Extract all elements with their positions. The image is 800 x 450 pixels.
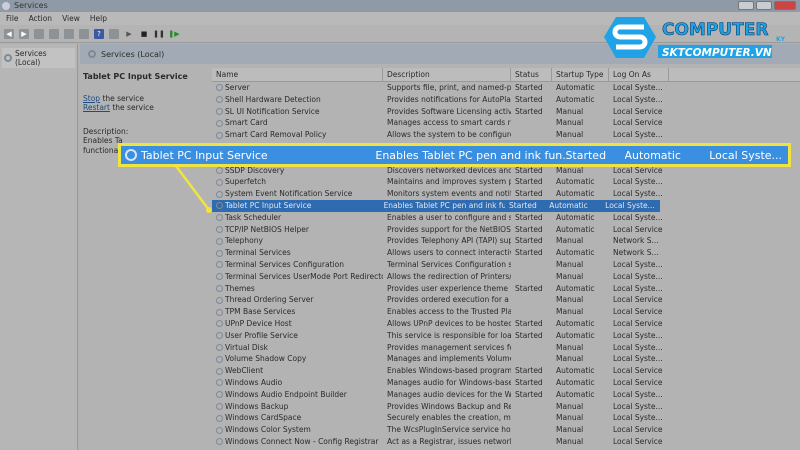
gear-icon xyxy=(125,149,137,161)
svg-text:SKTCOMPUTER.VN: SKTCOMPUTER.VN xyxy=(662,47,772,59)
svg-text:KY: KY xyxy=(776,36,786,43)
sktcomputer-logo: COMPUTER KY SKTCOMPUTER.VN xyxy=(604,17,786,59)
zoomed-selected-row-callout: Tablet PC Input Service Enables Tablet P… xyxy=(118,143,791,167)
callout-connector xyxy=(169,157,212,213)
svg-text:COMPUTER: COMPUTER xyxy=(662,20,768,40)
